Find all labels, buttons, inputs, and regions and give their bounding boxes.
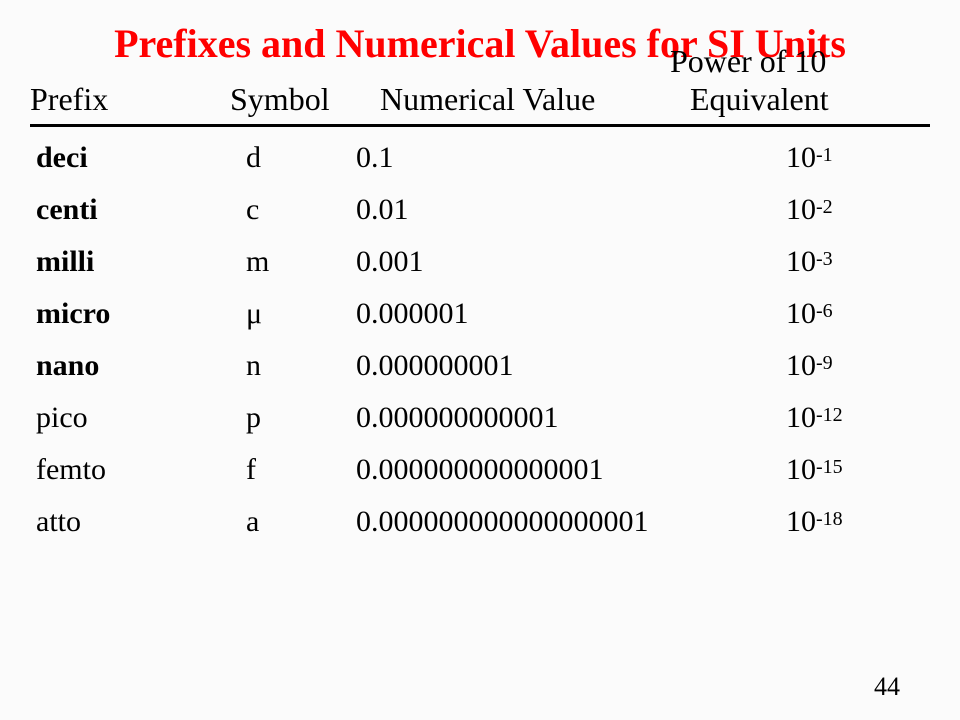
- power-base: 10: [786, 297, 816, 331]
- cell-value: 0.1: [356, 141, 786, 175]
- cell-prefix: centi: [36, 193, 246, 227]
- header-divider: [30, 124, 930, 127]
- header-symbol: Symbol: [230, 81, 380, 118]
- power-exponent: -3: [816, 248, 833, 271]
- power-exponent: -12: [816, 404, 843, 427]
- cell-value: 0.001: [356, 245, 786, 279]
- power-exponent: -2: [816, 196, 833, 219]
- cell-symbol: f: [246, 453, 356, 487]
- cell-symbol: c: [246, 193, 356, 227]
- cell-prefix: micro: [36, 297, 246, 331]
- power-base: 10: [786, 141, 816, 175]
- cell-value: 0.01: [356, 193, 786, 227]
- cell-symbol: n: [246, 349, 356, 383]
- table-header: Power of 10 Prefix Symbol Numerical Valu…: [30, 81, 930, 118]
- cell-value: 0.000000000001: [356, 401, 786, 435]
- table-row: nanon0.00000000110-9: [36, 349, 930, 383]
- table-row: decid0.110-1: [36, 141, 930, 175]
- cell-power: 10-15: [786, 453, 906, 487]
- power-exponent: -9: [816, 352, 833, 375]
- header-prefix: Prefix: [30, 81, 230, 118]
- cell-power: 10-9: [786, 349, 906, 383]
- cell-symbol: d: [246, 141, 356, 175]
- table-row: centic0.0110-2: [36, 193, 930, 227]
- power-base: 10: [786, 505, 816, 539]
- page-number: 44: [874, 672, 900, 702]
- power-base: 10: [786, 453, 816, 487]
- cell-power: 10-6: [786, 297, 906, 331]
- power-exponent: -15: [816, 456, 843, 479]
- cell-symbol: a: [246, 505, 356, 539]
- header-numerical-value: Numerical Value: [380, 81, 690, 118]
- cell-power: 10-3: [786, 245, 906, 279]
- cell-power: 10-18: [786, 505, 906, 539]
- power-base: 10: [786, 193, 816, 227]
- table-row: millim0.00110-3: [36, 245, 930, 279]
- header-power-of-10: Power of 10: [670, 43, 826, 80]
- table-row: attoa0.00000000000000000110-18: [36, 505, 930, 539]
- cell-prefix: atto: [36, 505, 246, 539]
- cell-power: 10-12: [786, 401, 906, 435]
- header-equivalent: Equivalent: [690, 81, 890, 118]
- cell-prefix: milli: [36, 245, 246, 279]
- cell-symbol: m: [246, 245, 356, 279]
- cell-prefix: nano: [36, 349, 246, 383]
- cell-value: 0.000000001: [356, 349, 786, 383]
- cell-value: 0.000001: [356, 297, 786, 331]
- table-row: picop0.00000000000110-12: [36, 401, 930, 435]
- table-row: microμ0.00000110-6: [36, 297, 930, 331]
- table-body: decid0.110-1centic0.0110-2millim0.00110-…: [30, 141, 930, 539]
- cell-prefix: femto: [36, 453, 246, 487]
- cell-prefix: pico: [36, 401, 246, 435]
- cell-power: 10-2: [786, 193, 906, 227]
- power-exponent: -18: [816, 508, 843, 531]
- cell-prefix: deci: [36, 141, 246, 175]
- table-row: femtof0.00000000000000110-15: [36, 453, 930, 487]
- power-base: 10: [786, 349, 816, 383]
- power-base: 10: [786, 401, 816, 435]
- cell-power: 10-1: [786, 141, 906, 175]
- cell-value: 0.000000000000000001: [356, 505, 786, 539]
- power-exponent: -6: [816, 300, 833, 323]
- power-exponent: -1: [816, 144, 833, 167]
- cell-symbol: p: [246, 401, 356, 435]
- power-base: 10: [786, 245, 816, 279]
- cell-value: 0.000000000000001: [356, 453, 786, 487]
- cell-symbol: μ: [246, 297, 356, 331]
